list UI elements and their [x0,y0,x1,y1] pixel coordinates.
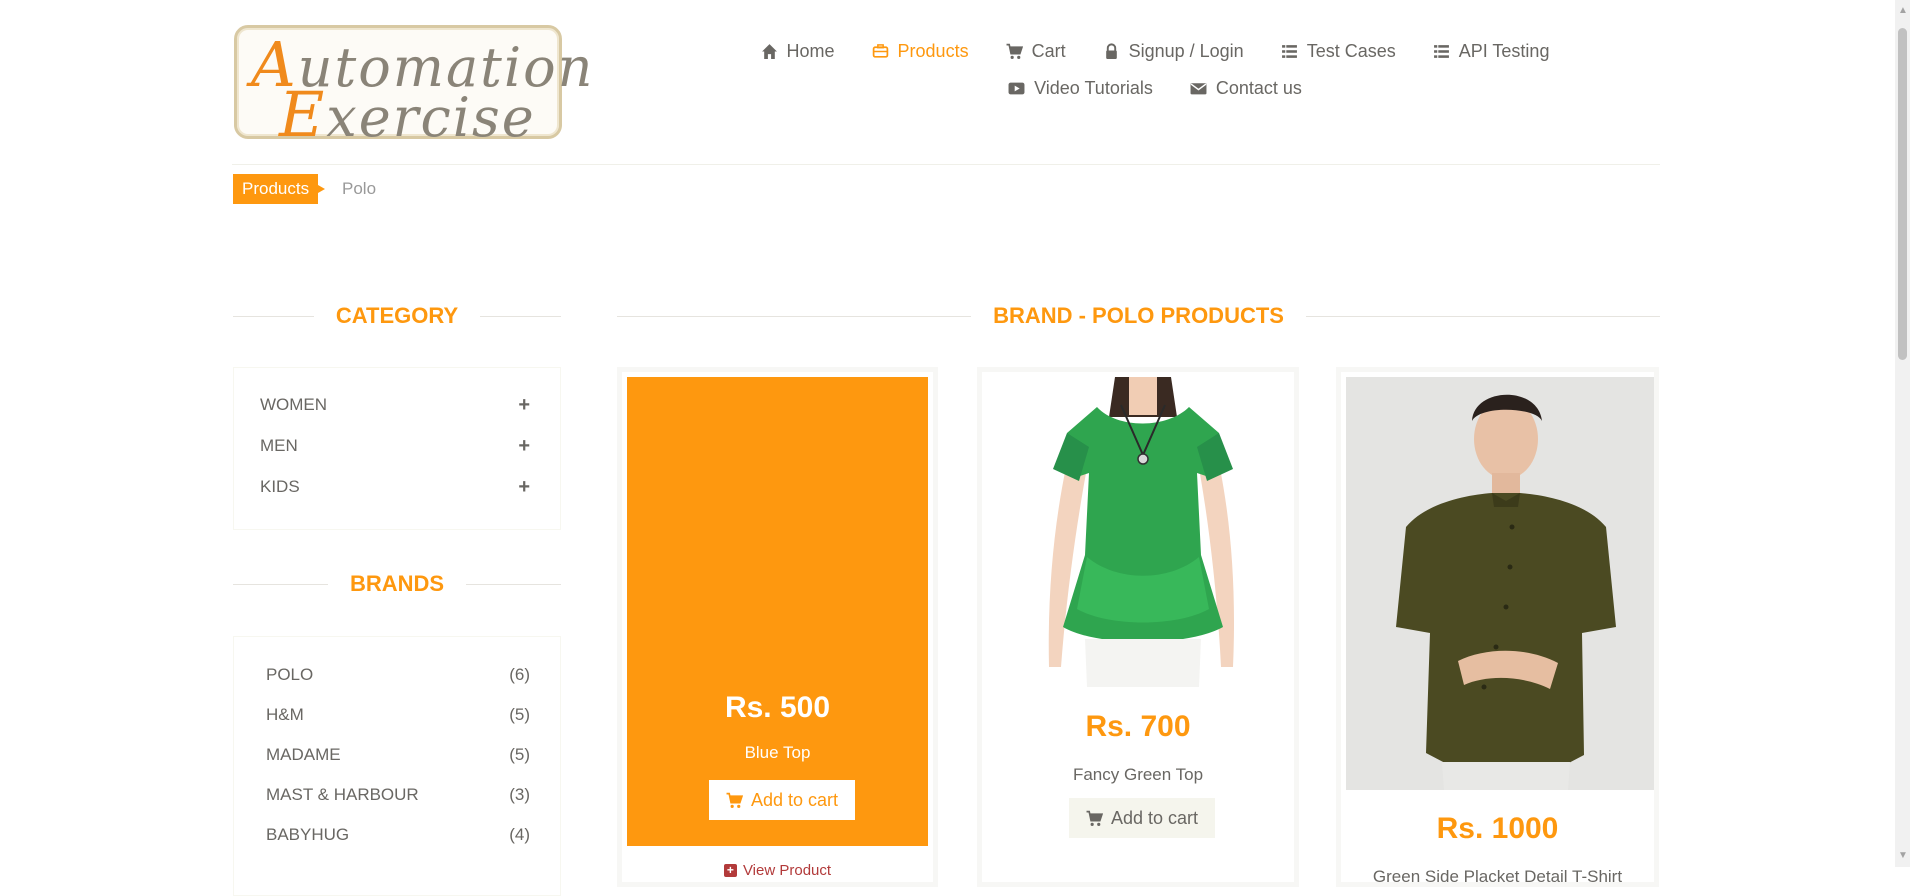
product-image [987,377,1294,687]
scroll-down-arrow-icon[interactable]: ▼ [1898,851,1908,861]
list-icon [1433,43,1450,60]
view-product-link[interactable]: + View Product [627,862,928,879]
product-image [1346,377,1654,795]
product-overlay: Rs. 500 Blue Top Add to cart [627,377,928,846]
plus-icon[interactable]: + [518,394,530,417]
nav-signup-login[interactable]: Signup / Login [1103,41,1244,62]
brands-heading: BRANDS [233,569,561,599]
category-men[interactable]: MEN + [260,434,530,458]
nav-api-testing[interactable]: API Testing [1433,41,1549,62]
nav-test-cases[interactable]: Test Cases [1281,41,1396,62]
product-price: Rs. 1000 [1436,812,1559,845]
product-name: Fancy Green Top [1072,765,1204,784]
cart-icon [1006,43,1023,60]
home-icon [761,43,778,60]
header-divider [232,164,1660,165]
category-panel: WOMEN + MEN + KIDS + [233,367,561,530]
breadcrumb-current: Polo [342,179,377,198]
product-card: Rs. 1000 Green Side Placket Detail T-Shi… [1336,367,1659,887]
product-price: Rs. 500 [724,691,831,724]
list-icon [1281,43,1298,60]
brand-babyhug[interactable]: BABYHUG (4) [266,823,530,847]
category-kids[interactable]: KIDS + [260,475,530,499]
nav-home[interactable]: Home [761,41,835,62]
plus-square-icon: + [723,864,737,877]
envelope-icon [1190,80,1207,97]
brand-products-heading: BRAND - POLO PRODUCTS [617,301,1661,331]
breadcrumb-products[interactable]: Products [233,174,326,204]
product-card: Rs. 700 Fancy Green Top Add to cart [977,367,1299,887]
nav-contact-us[interactable]: Contact us [1190,78,1302,99]
brands-panel: POLO (6) H&M (5) MADAME (5) MAST & HARBO… [233,636,561,896]
plus-icon[interactable]: + [518,476,530,499]
cart-icon [1086,810,1103,826]
product-card: Rs. 500 Blue Top Add to cart + View Prod… [617,367,938,887]
brand-madame[interactable]: MADAME (5) [266,743,530,767]
plus-icon[interactable]: + [518,435,530,458]
products-icon [872,43,889,60]
brand-polo[interactable]: POLO (6) [266,663,530,687]
category-heading: CATEGORY [233,301,562,331]
nav-video-tutorials[interactable]: Video Tutorials [1008,78,1153,99]
site-logo[interactable]: Automation Exercise [234,25,592,146]
nav-cart[interactable]: Cart [1006,41,1066,62]
scroll-up-arrow-icon[interactable]: ▲ [1898,6,1908,16]
category-women[interactable]: WOMEN + [260,393,530,417]
brand-hm[interactable]: H&M (5) [266,703,530,727]
youtube-icon [1008,80,1025,97]
scrollbar-thumb[interactable] [1898,28,1907,360]
product-name: Green Side Placket Detail T-Shirt [1372,867,1623,886]
cart-icon [726,792,743,808]
lock-icon [1103,42,1120,60]
add-to-cart-button[interactable]: Add to cart [709,780,855,820]
product-name: Blue Top [744,743,811,762]
nav-products[interactable]: Products [872,41,969,62]
product-price: Rs. 700 [1085,710,1191,743]
main-nav: Home Products Cart Signup / Login Test C… [740,36,1570,103]
brand-mast-harbour[interactable]: MAST & HARBOUR (3) [266,783,530,807]
add-to-cart-button[interactable]: Add to cart [1069,798,1215,838]
